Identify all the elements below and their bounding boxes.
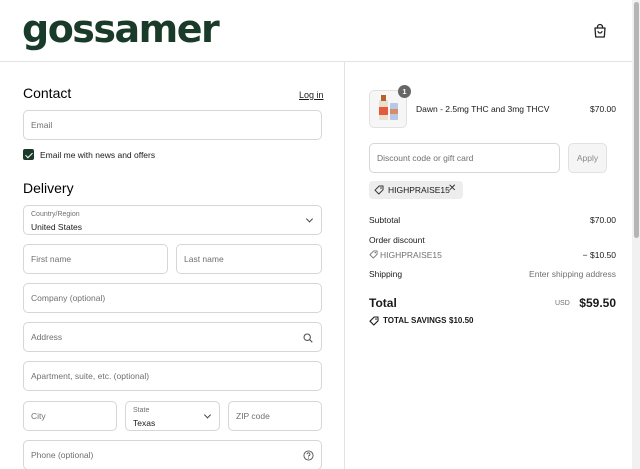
tag-icon	[369, 250, 378, 259]
discount-code-label: HIGHPRAISE15	[380, 250, 442, 260]
country-label: Country/Region	[31, 211, 80, 218]
state-value: Texas	[133, 418, 156, 428]
first-name-placeholder: First name	[31, 254, 72, 264]
scrollbar-thumb[interactable]	[634, 2, 639, 238]
city-placeholder: City	[31, 411, 46, 421]
tag-icon	[369, 316, 379, 326]
email-placeholder: Email	[31, 120, 53, 130]
discount-code-field[interactable]: Discount code or gift card	[369, 143, 560, 173]
apartment-field[interactable]: Apartment, suite, etc. (optional)	[23, 361, 322, 391]
address-field[interactable]: Address	[23, 322, 322, 352]
phone-placeholder: Phone (optional)	[31, 450, 94, 460]
zip-placeholder: ZIP code	[236, 411, 270, 421]
site-header: gossamer	[0, 0, 632, 62]
currency-code: USD	[555, 300, 570, 307]
chevron-down-icon	[305, 215, 314, 223]
state-label: State	[133, 407, 150, 414]
chevron-down-icon	[203, 411, 212, 419]
city-field[interactable]: City	[23, 401, 117, 431]
login-link[interactable]: Log in	[299, 90, 324, 100]
total-value: $59.50	[579, 296, 616, 310]
shipping-value: Enter shipping address	[529, 269, 616, 279]
apartment-placeholder: Apartment, suite, etc. (optional)	[31, 371, 150, 381]
newsletter-label: Email me with news and offers	[40, 150, 156, 160]
email-field[interactable]: Email	[23, 110, 322, 140]
phone-field[interactable]: Phone (optional)	[23, 440, 322, 469]
total-savings-label: TOTAL SAVINGS	[383, 316, 447, 325]
newsletter-checkbox[interactable]	[23, 149, 34, 160]
subtotal-value: $70.00	[590, 215, 616, 225]
order-discount-label: Order discount	[369, 235, 425, 245]
apply-button[interactable]: Apply	[568, 143, 607, 173]
company-placeholder: Company (optional)	[31, 293, 106, 303]
applied-code-label: HIGHPRAISE15	[388, 185, 450, 195]
tag-icon	[374, 185, 384, 195]
address-placeholder: Address	[31, 332, 63, 342]
contact-heading: Contact	[23, 85, 72, 101]
shipping-label: Shipping	[369, 269, 403, 279]
discount-placeholder: Discount code or gift card	[377, 153, 474, 163]
zip-field[interactable]: ZIP code	[228, 401, 322, 431]
discount-value: − $10.50	[582, 250, 616, 260]
search-icon	[303, 333, 313, 343]
delivery-heading: Delivery	[23, 180, 74, 196]
product-price: $70.00	[590, 104, 616, 114]
help-circle-icon[interactable]	[303, 450, 314, 461]
applied-discount-tag: HIGHPRAISE15 ✕	[369, 181, 463, 199]
last-name-field[interactable]: Last name	[176, 244, 322, 274]
total-label: Total	[369, 296, 397, 310]
brand-logo[interactable]: gossamer	[22, 6, 220, 52]
first-name-field[interactable]: First name	[23, 244, 168, 274]
country-select[interactable]: Country/Region United States	[23, 205, 322, 235]
company-field[interactable]: Company (optional)	[23, 283, 322, 313]
product-name: Dawn - 2.5mg THC and 3mg THCV	[416, 104, 550, 114]
state-select[interactable]: State Texas	[125, 401, 220, 431]
last-name-placeholder: Last name	[184, 254, 224, 264]
total-savings-value: $10.50	[449, 316, 474, 325]
remove-discount-icon[interactable]: ✕	[448, 183, 456, 194]
subtotal-label: Subtotal	[369, 215, 401, 225]
quantity-badge: 1	[398, 85, 411, 98]
shopping-bag-icon[interactable]	[592, 23, 608, 39]
country-value: United States	[31, 222, 83, 232]
